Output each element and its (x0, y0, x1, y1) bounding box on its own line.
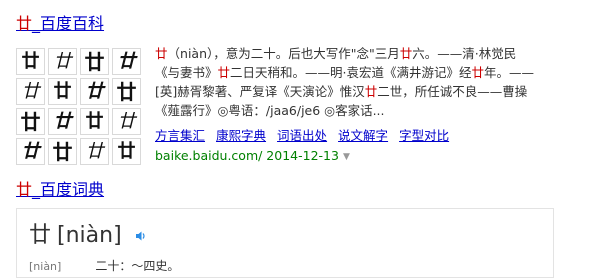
title-text[interactable]: _百度百科 (32, 14, 104, 33)
definition-pinyin: [niàn] (29, 260, 62, 273)
abstract-line: [英]赫胥黎著、严复译《天演论》惟汉廿二世，所任诚不良——曹操 (155, 82, 600, 101)
sub-link[interactable]: 康熙字典 (216, 128, 266, 143)
headword-line: 廿 [niàn] (29, 217, 147, 249)
glyph-sample[interactable]: 廿 (48, 108, 77, 135)
abstract-text: 二世，所任诚不良——曹操 (377, 84, 528, 99)
speaker-icon[interactable] (135, 230, 147, 242)
glyph-sample[interactable]: 廿 (16, 108, 45, 135)
keyword-highlight: 廿 (471, 65, 485, 80)
glyph-sample[interactable]: 廿 (80, 48, 109, 75)
glyph-image-grid[interactable]: 廿廿廿廿廿廿廿廿廿廿廿廿廿廿廿廿 (16, 48, 141, 168)
glyph-sample[interactable]: 廿 (112, 108, 141, 135)
result-abstract: 廿（niàn），意为二十。后也大写作"念"三月廿六。——清·林觉民 《与妻书》廿二… (155, 44, 600, 120)
headword: 廿 (29, 223, 52, 248)
sub-link[interactable]: 词语出处 (277, 128, 327, 143)
abstract-text: 年。—— (484, 65, 535, 80)
glyph-sample[interactable]: 廿 (80, 138, 109, 165)
chevron-down-icon[interactable]: ▼ (343, 152, 350, 162)
glyph-sample[interactable]: 廿 (48, 78, 77, 105)
glyph-sample[interactable]: 廿 (112, 48, 141, 75)
abstract-text: （niàn），意为二十。后也大写作"念"三月 (167, 46, 400, 61)
glyph-sample[interactable]: 廿 (112, 138, 141, 165)
pinyin: [niàn] (57, 223, 122, 248)
abstract-text: 二日天稍和。——明·袁宏道《满井游记》经 (230, 65, 472, 80)
title-text[interactable]: _百度词典 (32, 180, 104, 199)
glyph-sample[interactable]: 廿 (48, 138, 77, 165)
abstract-text: 六。——清·林觉民 (412, 46, 517, 61)
glyph-sample[interactable]: 廿 (48, 48, 77, 75)
glyph-sample[interactable]: 廿 (80, 108, 109, 135)
abstract-line: 《与妻书》廿二日天稍和。——明·袁宏道《满井游记》经廿年。—— (155, 63, 600, 82)
abstract-line: 《薤露行》◎粤语：/jaa6/je6 ◎客家话... (155, 101, 600, 120)
result-title-dict[interactable]: 廿_百度词典 (16, 180, 104, 200)
keyword-highlight: 廿 (217, 65, 231, 80)
glyph-sample[interactable]: 廿 (16, 78, 45, 105)
sub-link[interactable]: 说文解字 (338, 128, 388, 143)
definition-text: 二十：～四史。 (95, 259, 180, 273)
abstract-text: 《薤露行》◎粤语：/jaa6/je6 ◎客家话... (155, 103, 385, 118)
keyword-highlight: 廿 (364, 84, 378, 99)
glyph-sample[interactable]: 廿 (16, 48, 45, 75)
result-url: baike.baidu.com/ 2014-12-13 ▼ (155, 148, 350, 163)
url-text: baike.baidu.com/ 2014-12-13 (155, 148, 339, 163)
result-title-baike[interactable]: 廿_百度百科 (16, 14, 104, 34)
dictionary-card: 廿 [niàn] [niàn] 二十：～四史。 (16, 208, 554, 278)
abstract-text: 《与妻书》 (155, 65, 218, 80)
title-highlight[interactable]: 廿 (16, 180, 32, 199)
glyph-sample[interactable]: 廿 (112, 78, 141, 105)
keyword-highlight: 廿 (399, 46, 413, 61)
keyword-highlight: 廿 (155, 46, 168, 61)
glyph-sample[interactable]: 廿 (80, 78, 109, 105)
sub-links: 方言集汇 康熙字典 词语出处 说文解字 字型对比 (155, 125, 460, 144)
abstract-line: 廿（niàn），意为二十。后也大写作"念"三月廿六。——清·林觉民 (155, 44, 600, 63)
sub-link[interactable]: 字型对比 (399, 128, 449, 143)
title-highlight[interactable]: 廿 (16, 14, 32, 33)
abstract-text: [英]赫胥黎著、严复译《天演论》惟汉 (155, 84, 365, 99)
sub-link[interactable]: 方言集汇 (155, 128, 205, 143)
glyph-sample[interactable]: 廿 (16, 138, 45, 165)
